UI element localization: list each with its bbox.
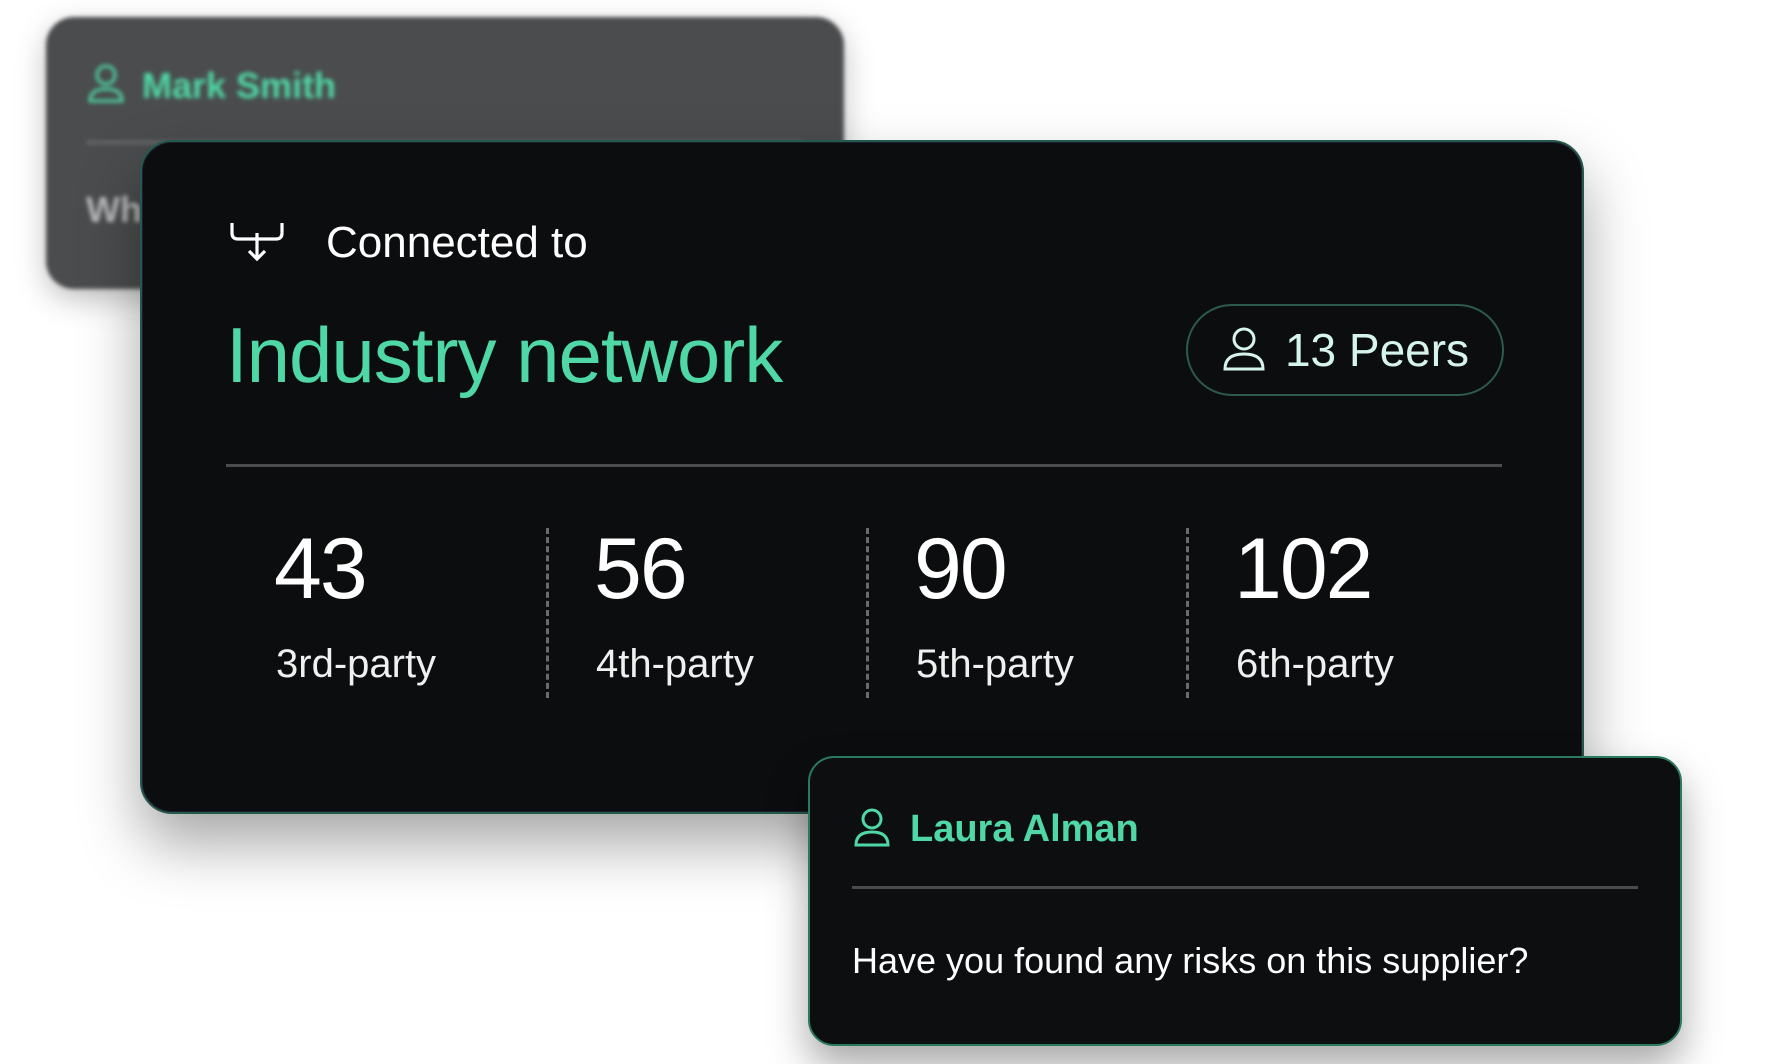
network-card: Connected to Industry network 13 Peers 4…: [140, 140, 1584, 814]
background-user-row: Mark Smith: [86, 61, 336, 110]
background-user-name: Mark Smith: [142, 64, 337, 106]
stat-value: 56: [594, 521, 688, 617]
connected-label: Connected to: [326, 218, 588, 267]
chat-user-name: Laura Alman: [910, 808, 1139, 850]
stat-4th-party: 56 4th-party: [546, 518, 866, 700]
stat-5th-party: 90 5th-party: [866, 518, 1186, 700]
network-title: Industry network: [226, 311, 783, 399]
stat-value: 43: [274, 521, 368, 617]
peers-badge[interactable]: 13 Peers: [1186, 304, 1504, 396]
peers-count: 13 Peers: [1284, 324, 1470, 376]
connected-row: Connected to: [228, 218, 588, 268]
background-message: Wh: [86, 189, 142, 230]
user-icon: [1221, 324, 1267, 377]
party-stats: 43 3rd-party 56 4th-party 90 5th-party 1…: [226, 518, 1506, 700]
user-icon: [852, 806, 892, 853]
stat-label: 3rd-party: [276, 642, 437, 686]
stat-label: 4th-party: [596, 642, 754, 686]
stat-3rd-party: 43 3rd-party: [226, 518, 546, 700]
user-icon: [86, 61, 126, 110]
stat-value: 90: [914, 521, 1008, 617]
stat-6th-party: 102 6th-party: [1186, 518, 1506, 700]
chat-message-card[interactable]: Laura Alman Have you found any risks on …: [808, 756, 1682, 1046]
stat-value: 102: [1234, 521, 1373, 617]
chat-divider: [852, 886, 1638, 889]
stat-label: 6th-party: [1236, 642, 1394, 686]
section-divider: [226, 464, 1502, 467]
stat-label: 5th-party: [916, 642, 1074, 686]
chat-message-text: Have you found any risks on this supplie…: [852, 940, 1529, 981]
connection-icon: [228, 219, 286, 268]
chat-user-row: Laura Alman: [852, 806, 1139, 853]
